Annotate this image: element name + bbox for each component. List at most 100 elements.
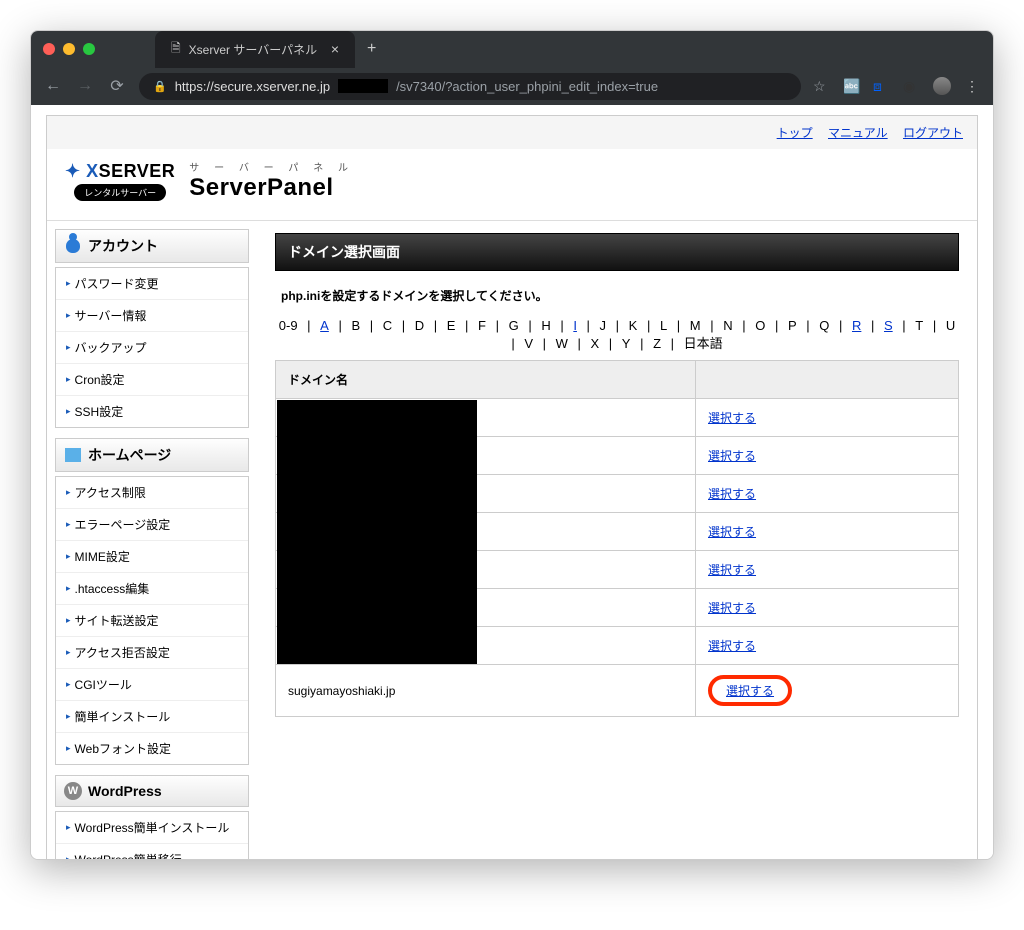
sidebar-item-Webフォント設定[interactable]: Webフォント設定 (56, 733, 248, 764)
dropbox-icon[interactable]: ⧈ (873, 78, 889, 94)
browser-window: 🗎 Xserver サーバーパネル × + ← → ⟳ 🔒 https://se… (30, 30, 994, 860)
action-cell: 選択する (696, 513, 959, 551)
link-logout[interactable]: ログアウト (903, 126, 963, 140)
sidebar-item-エラーページ設定[interactable]: エラーページ設定 (56, 509, 248, 541)
sidebar-item-アクセス制限[interactable]: アクセス制限 (56, 477, 248, 509)
alpha-J: J (600, 318, 607, 333)
toolbar: ← → ⟳ 🔒 https://secure.xserver.ne.jp /sv… (31, 67, 993, 105)
alpha-L: L (660, 318, 667, 333)
link-manual[interactable]: マニュアル (828, 126, 888, 140)
alpha-E: E (447, 318, 456, 333)
select-domain-link[interactable]: 選択する (708, 601, 756, 615)
alpha-I[interactable]: I (573, 318, 577, 333)
sidebar-list: パスワード変更サーバー情報バックアップCron設定SSH設定 (55, 267, 249, 428)
select-domain-link[interactable]: 選択する (708, 487, 756, 501)
browser-tab[interactable]: 🗎 Xserver サーバーパネル × (155, 31, 355, 68)
profile-avatar[interactable] (933, 77, 951, 95)
alpha-H: H (541, 318, 550, 333)
redacted-domains-block (277, 400, 477, 664)
col-domain: ドメイン名 (276, 361, 696, 399)
sidebar-item-サーバー情報[interactable]: サーバー情報 (56, 300, 248, 332)
sidebar-list: WordPress簡単インストールWordPress簡単移行WordPressセ… (55, 811, 249, 859)
url-host: https://secure.xserver.ne.jp (175, 79, 330, 94)
sidebar-item-SSH設定[interactable]: SSH設定 (56, 396, 248, 427)
page-description: php.iniを設定するドメインを選択してください。 (281, 287, 953, 304)
alpha-U: U (946, 318, 955, 333)
sidebar-item-サイト転送設定[interactable]: サイト転送設定 (56, 605, 248, 637)
sidebar-item-パスワード変更[interactable]: パスワード変更 (56, 268, 248, 300)
alpha-N: N (723, 318, 732, 333)
select-domain-link[interactable]: 選択する (708, 411, 756, 425)
alpha-日本語: 日本語 (684, 336, 723, 351)
alpha-B: B (351, 318, 360, 333)
sidebar-section-title: WordPress (88, 783, 162, 799)
top-nav-links: トップ マニュアル ログアウト (47, 116, 977, 149)
sidebar-section-アカウント: アカウント (55, 229, 249, 263)
close-window-button[interactable] (43, 43, 55, 55)
shield-icon[interactable]: ◉ (903, 78, 919, 94)
select-domain-link[interactable]: 選択する (708, 449, 756, 463)
link-top[interactable]: トップ (777, 126, 813, 140)
alpha-P: P (788, 318, 797, 333)
sidebar-list: アクセス制限エラーページ設定MIME設定.htaccess編集サイト転送設定アク… (55, 476, 249, 765)
tab-file-icon: 🗎 (171, 39, 181, 60)
new-tab-button[interactable]: + (367, 40, 376, 58)
sidebar-item-CGIツール[interactable]: CGIツール (56, 669, 248, 701)
action-cell: 選択する (696, 475, 959, 513)
lock-icon: 🔒 (153, 80, 167, 93)
address-bar[interactable]: 🔒 https://secure.xserver.ne.jp /sv7340/?… (139, 73, 801, 100)
action-cell: 選択する (696, 437, 959, 475)
sidebar-item-アクセス拒否設定[interactable]: アクセス拒否設定 (56, 637, 248, 669)
alpha-O: O (755, 318, 765, 333)
alpha-Q: Q (819, 318, 829, 333)
maximize-window-button[interactable] (83, 43, 95, 55)
alpha-R[interactable]: R (852, 318, 861, 333)
sidebar-item-MIME設定[interactable]: MIME設定 (56, 541, 248, 573)
main-column: ドメイン選択画面 php.iniを設定するドメインを選択してください。 0-9 … (257, 221, 977, 859)
sidebar-item-Cron設定[interactable]: Cron設定 (56, 364, 248, 396)
alpha-T: T (915, 318, 923, 333)
account-icon (64, 237, 82, 255)
wordpress-icon: W (64, 782, 82, 800)
sidebar-item-簡単インストール[interactable]: 簡単インストール (56, 701, 248, 733)
alpha-A[interactable]: A (320, 318, 329, 333)
sidebar: アカウントパスワード変更サーバー情報バックアップCron設定SSH設定ホームペー… (47, 221, 257, 859)
alpha-Z: Z (653, 336, 661, 351)
sidebar-section-WordPress: W WordPress (55, 775, 249, 807)
select-domain-link[interactable]: 選択する (708, 563, 756, 577)
translate-icon[interactable]: 🔤 (843, 78, 859, 94)
alpha-S[interactable]: S (884, 318, 893, 333)
select-domain-link[interactable]: 選択する (708, 525, 756, 539)
minimize-window-button[interactable] (63, 43, 75, 55)
highlighted-select: 選択する (708, 675, 792, 706)
menu-icon[interactable]: ⋮ (965, 78, 981, 94)
title-bar: 🗎 Xserver サーバーパネル × + (31, 31, 993, 67)
alpha-C: C (383, 318, 392, 333)
close-tab-button[interactable]: × (331, 41, 339, 57)
sidebar-item-WordPress簡単移行[interactable]: WordPress簡単移行 (56, 844, 248, 859)
alpha-Y: Y (622, 336, 631, 351)
back-button[interactable]: ← (43, 77, 63, 95)
alpha-K: K (629, 318, 638, 333)
forward-button[interactable]: → (75, 77, 95, 95)
star-icon[interactable]: ☆ (813, 78, 829, 94)
alpha-filter: 0-9 | A | B | C | D | E | F | G | H | I … (275, 318, 959, 352)
alpha-X: X (591, 336, 600, 351)
alpha-W: W (556, 336, 568, 351)
sidebar-item-WordPress簡単インストール[interactable]: WordPress簡単インストール (56, 812, 248, 844)
select-domain-link[interactable]: 選択する (726, 684, 774, 698)
action-cell: 選択する (696, 665, 959, 717)
sidebar-item-.htaccess編集[interactable]: .htaccess編集 (56, 573, 248, 605)
alpha-V: V (524, 336, 533, 351)
homepage-icon (64, 446, 82, 464)
select-domain-link[interactable]: 選択する (708, 639, 756, 653)
reload-button[interactable]: ⟳ (107, 76, 127, 96)
page-heading: ドメイン選択画面 (275, 233, 959, 271)
alpha-M: M (690, 318, 701, 333)
table-row: sugiyamayoshiaki.jp選択する (276, 665, 959, 717)
col-action (696, 361, 959, 399)
rental-badge: レンタルサーバー (74, 184, 166, 201)
sp-main-title: ServerPanel (189, 174, 354, 202)
sidebar-item-バックアップ[interactable]: バックアップ (56, 332, 248, 364)
action-cell: 選択する (696, 627, 959, 665)
